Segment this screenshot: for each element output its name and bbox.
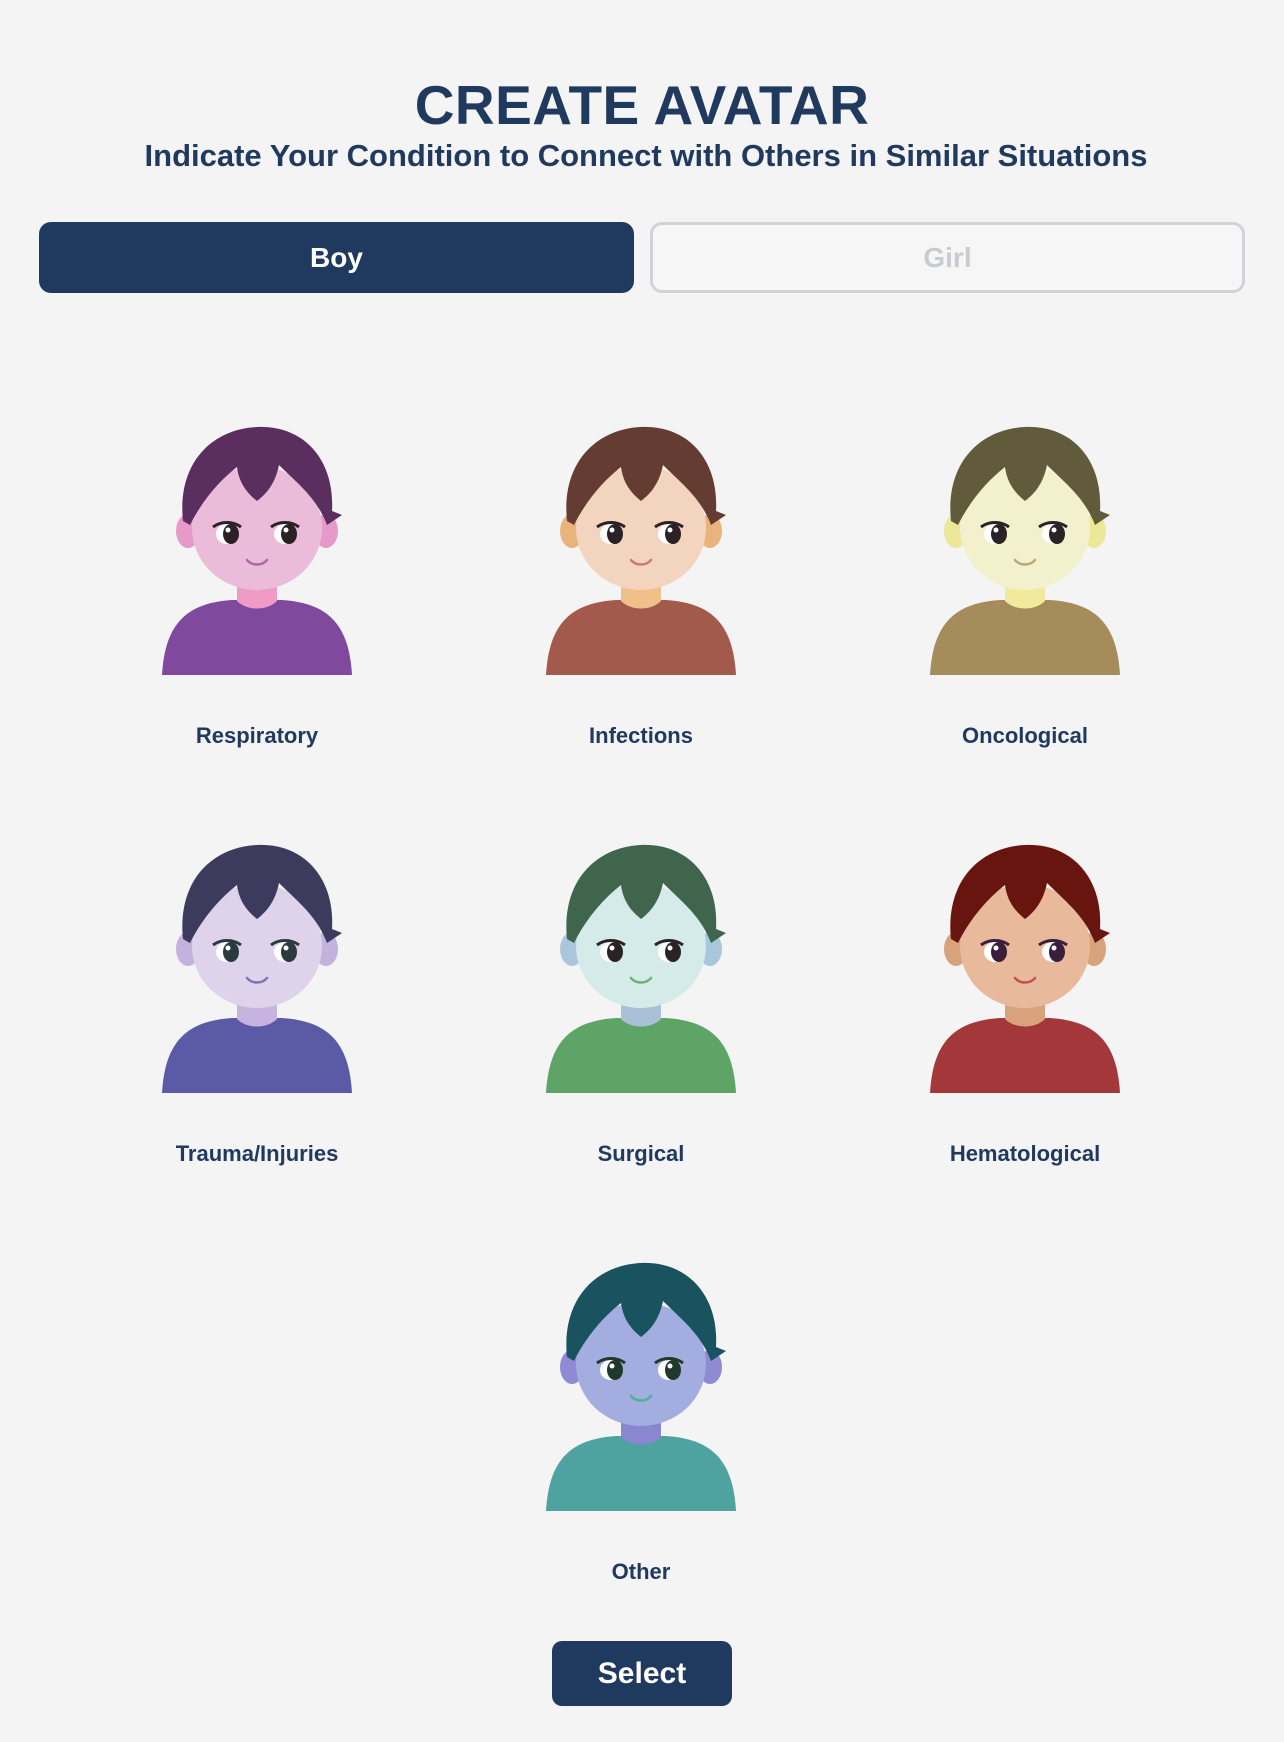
boy-avatar-icon — [546, 426, 736, 675]
boy-avatar-icon — [930, 844, 1120, 1093]
boy-avatar-icon — [930, 426, 1120, 675]
boy-avatar-icon — [546, 844, 736, 1093]
avatar-label: Respiratory — [195, 723, 319, 748]
avatar-label: Oncological — [962, 723, 1088, 748]
page-subtitle: Indicate Your Condition to Connect with … — [144, 138, 1148, 173]
avatar-option[interactable]: Trauma/Injuries — [107, 841, 407, 1211]
tab-boy[interactable]: Boy — [39, 222, 634, 293]
avatar-label: Hematological — [949, 1141, 1101, 1166]
boy-avatar-icon — [162, 844, 352, 1093]
avatar-option[interactable]: Infections — [491, 423, 791, 793]
avatar-label: Infections — [589, 723, 693, 748]
avatar-option[interactable]: Surgical — [491, 841, 791, 1211]
avatar-option[interactable]: Hematological — [875, 841, 1175, 1211]
avatar-option[interactable]: Respiratory — [107, 423, 407, 793]
select-button[interactable]: Select — [552, 1641, 732, 1706]
avatar-label: Trauma/Injuries — [175, 1141, 339, 1166]
avatar-option[interactable]: Other — [491, 1259, 791, 1629]
boy-avatar-icon — [546, 1262, 736, 1511]
page-title: CREATE AVATAR — [414, 74, 870, 136]
avatar-label: Other — [611, 1559, 671, 1584]
boy-avatar-icon — [162, 426, 352, 675]
avatar-option[interactable]: Oncological — [875, 423, 1175, 793]
tab-girl[interactable]: Girl — [650, 222, 1245, 293]
avatar-label: Surgical — [597, 1141, 685, 1166]
